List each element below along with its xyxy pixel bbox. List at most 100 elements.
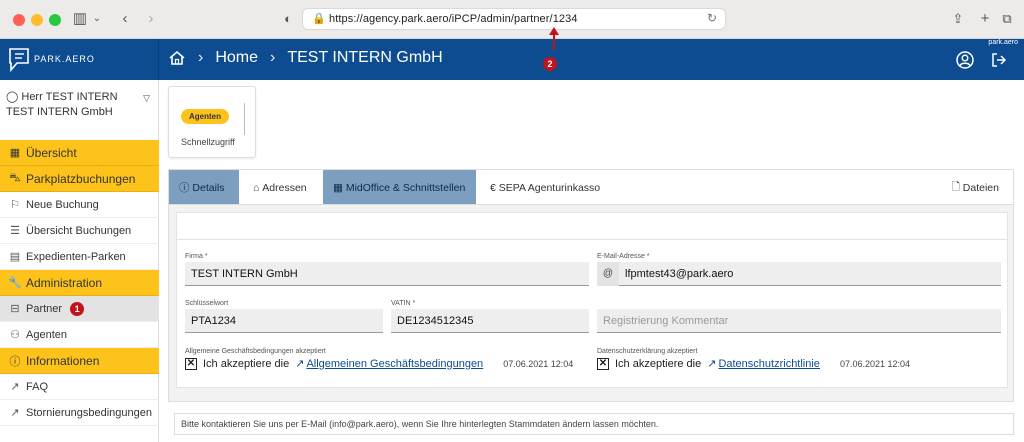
breadcrumb-home[interactable]: Home xyxy=(215,49,258,67)
privacy-text: Ich akzeptiere die xyxy=(615,357,702,370)
sidebar-item-label: FAQ xyxy=(26,380,49,393)
chevron-down-icon[interactable]: ⌄ xyxy=(92,9,102,29)
tab-adressen[interactable]: ⌂ Adressen xyxy=(243,170,323,205)
user-company: TEST INTERN GmbH xyxy=(6,106,113,118)
user-menu[interactable]: ◯ Herr TEST INTERN TEST INTERN GmbH ▽ xyxy=(6,90,154,120)
info-icon: ⓘ xyxy=(179,182,193,194)
sidebar-item-faq[interactable]: ↗ FAQ xyxy=(0,374,159,400)
privacy-checkbox[interactable]: ✕ xyxy=(597,357,609,370)
brand-tag: park.aero xyxy=(988,39,1018,46)
email-input[interactable]: @ lfpmtest43@park.aero xyxy=(597,261,1001,286)
zoom-window-button[interactable] xyxy=(49,14,61,26)
reload-icon[interactable]: ↻ xyxy=(707,11,717,25)
tab-midoffice[interactable]: ▦ MidOffice & Schnittstellen xyxy=(323,170,476,205)
privacy-label: Datenschutzerklärung akzeptiert xyxy=(597,348,698,355)
sidebar-item-administration[interactable]: 🔧 Administration xyxy=(0,270,159,296)
tab-details[interactable]: ⓘ Details xyxy=(169,170,239,205)
sidebar-item-partner[interactable]: ⊟ Partner 1 xyxy=(0,296,159,322)
sidebar-item-label: Agenten xyxy=(26,328,67,341)
privacy-acceptance: Datenschutzerklärung akzeptiert ✕ Ich ak… xyxy=(597,348,1001,370)
lock-icon: 🔒 xyxy=(312,13,326,25)
sidebar-item-stornierungsbedingungen[interactable]: ↗ Stornierungsbedingungen xyxy=(0,400,159,426)
registration-comment-input[interactable]: Registrierung Kommentar xyxy=(597,309,1001,333)
agb-link[interactable]: Allgemeinen Geschäftsbedingungen xyxy=(306,358,483,370)
panel-header xyxy=(176,212,1008,240)
sidebar-item-label: Informationen xyxy=(26,353,100,368)
logout-icon xyxy=(992,53,1007,67)
users-icon: ⚇ xyxy=(10,329,20,341)
euro-icon: € xyxy=(490,181,499,194)
document-icon: ▤ xyxy=(9,251,21,263)
sidebar-item-neue-buchung[interactable]: ⚐ Neue Buchung xyxy=(0,192,159,218)
annotation-arrow-head xyxy=(549,27,559,35)
table-icon: ▦ xyxy=(333,181,346,194)
firma-field: Firma * TEST INTERN GmbH xyxy=(185,253,589,286)
vatin-input[interactable]: DE1234512345 xyxy=(391,309,589,333)
sidebar-item-uebersicht-buchungen[interactable]: ☰ Übersicht Buchungen xyxy=(0,218,159,244)
new-tab-icon[interactable]: + xyxy=(976,9,994,29)
tab-label: Adressen xyxy=(262,181,307,194)
sidebar-toggle-icon[interactable]: ▥ xyxy=(70,9,90,29)
vatin-field: VATIN * DE1234512345 xyxy=(391,300,589,333)
back-icon[interactable]: ‹ xyxy=(117,9,133,29)
breadcrumb: › Home › TEST INTERN GmbH xyxy=(168,49,443,67)
at-icon: @ xyxy=(597,261,619,286)
address-bar[interactable]: 🔒 https://agency.park.aero/iPCP/admin/pa… xyxy=(302,8,726,30)
logo[interactable]: PARK.AERO xyxy=(0,39,159,80)
annotation-badge-2: 2 xyxy=(543,57,557,71)
home-icon: ⌂ xyxy=(253,181,263,194)
firma-input[interactable]: TEST INTERN GmbH xyxy=(185,262,589,286)
keyword-field: Schlüsselwort PTA1234 xyxy=(185,300,383,333)
tab-dateien[interactable]: 🗋 Dateien xyxy=(941,170,1009,205)
privacy-timestamp: 07.06.2021 12:04 xyxy=(839,358,911,369)
breadcrumb-current: TEST INTERN GmbH xyxy=(287,49,443,66)
sidebar-nav: ▦ Übersicht ⛍ Parkplatzbuchungen ⚐ Neue … xyxy=(0,140,159,426)
keyword-input[interactable]: PTA1234 xyxy=(185,309,383,333)
minimize-window-button[interactable] xyxy=(31,14,43,26)
share-icon[interactable]: ⇪ xyxy=(949,9,967,29)
caret-down-icon[interactable]: ▽ xyxy=(143,91,150,106)
home-icon[interactable] xyxy=(168,50,186,66)
agb-acceptance: Allgemeine Geschäftsbedingungen akzeptie… xyxy=(185,348,589,370)
email-value: lfpmtest43@park.aero xyxy=(625,267,734,280)
table-icon: ▦ xyxy=(9,147,21,159)
email-field: E-Mail-Adresse * @ lfpmtest43@park.aero xyxy=(597,253,1001,286)
sidebar-item-label: Partner xyxy=(26,302,63,315)
sidebar-item-label: Übersicht xyxy=(26,145,77,160)
user-name: Herr TEST INTERN xyxy=(21,91,118,103)
user-icon xyxy=(956,51,974,69)
shield-icon[interactable]: ◐ xyxy=(280,9,296,29)
quick-access-label: Schnellzugriff xyxy=(181,137,235,147)
external-link-icon: ↗ xyxy=(10,407,20,419)
logout-button[interactable] xyxy=(988,49,1010,71)
tab-bar: ⓘ Details ⌂ Adressen ▦ MidOffice & Schni… xyxy=(168,169,1014,205)
sidebar-item-label: Administration xyxy=(26,275,103,290)
close-window-button[interactable] xyxy=(13,14,25,26)
privacy-link[interactable]: Datenschutzrichtlinie xyxy=(718,358,820,370)
chevron-right-icon: › xyxy=(270,49,276,66)
agb-checkbox[interactable]: ✕ xyxy=(185,357,197,370)
tab-sepa[interactable]: € SEPA Agenturinkasso xyxy=(480,170,640,205)
quick-access-agenten-button[interactable]: Agenten xyxy=(181,109,229,124)
firma-label: Firma * xyxy=(185,253,208,260)
car-icon: ⛍ xyxy=(9,171,21,184)
url-text[interactable]: https://agency.park.aero/iPCP/admin/part… xyxy=(329,13,578,25)
forward-icon[interactable]: › xyxy=(143,9,159,29)
sidebar-item-expedienten-parken[interactable]: ▤ Expedienten-Parken xyxy=(0,244,159,270)
sidebar-item-agenten[interactable]: ⚇ Agenten xyxy=(0,322,159,348)
sidebar: ◯ Herr TEST INTERN TEST INTERN GmbH ▽ ▦ … xyxy=(0,80,159,442)
agb-label: Allgemeine Geschäftsbedingungen akzeptie… xyxy=(185,348,326,355)
flag-icon: ⚐ xyxy=(10,199,20,211)
sidebar-item-uebersicht[interactable]: ▦ Übersicht xyxy=(0,140,159,166)
sidebar-item-informationen[interactable]: ⓘ Informationen xyxy=(0,348,159,374)
user-profile-button[interactable] xyxy=(954,49,976,71)
quick-access-card: Agenten Schnellzugriff xyxy=(168,86,256,158)
tabs-overview-icon[interactable]: ⧉ xyxy=(998,9,1016,29)
chevron-right-icon: › xyxy=(198,49,204,66)
keyword-label: Schlüsselwort xyxy=(185,300,229,307)
sidebar-item-parkplatzbuchungen[interactable]: ⛍ Parkplatzbuchungen xyxy=(0,166,159,192)
tab-label: MidOffice & Schnittstellen xyxy=(345,181,466,194)
tab-label: Details xyxy=(192,181,225,194)
contact-note: Bitte kontaktieren Sie uns per E-Mail (i… xyxy=(174,413,1014,435)
logo-icon xyxy=(9,48,29,73)
